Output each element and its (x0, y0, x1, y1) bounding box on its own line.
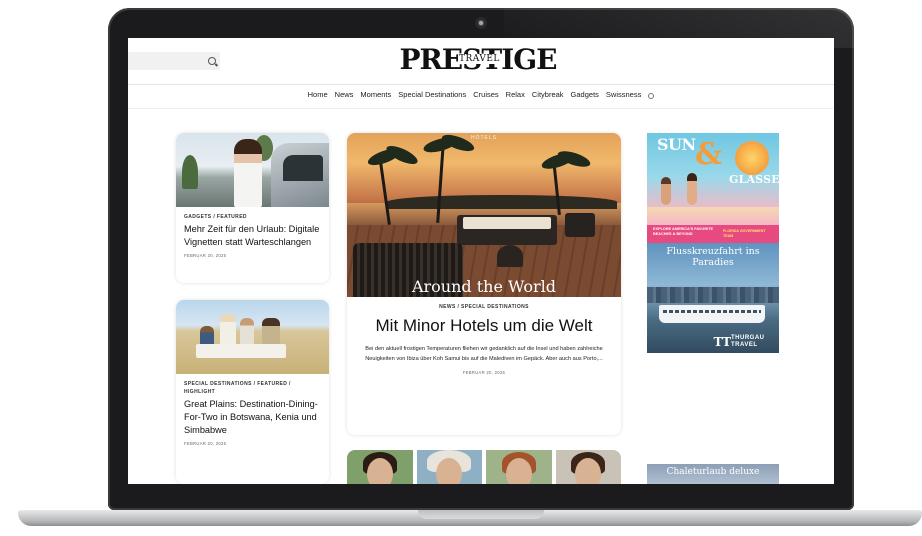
article-title[interactable]: Mehr Zeit für den Urlaub: Digitale Vigne… (184, 223, 321, 249)
browser-screen: PRESTIGE TRAVEL Home News Moments Specia… (128, 38, 834, 484)
sun-shape (735, 141, 769, 175)
image-caption: Around the World (411, 277, 557, 296)
brand-logo-icon: TT (713, 335, 731, 349)
nav-item-relax[interactable]: Relax (506, 90, 525, 104)
search-input[interactable] (128, 52, 220, 70)
nav-item-citybreak[interactable]: Citybreak (532, 90, 564, 104)
featured-article-card[interactable]: HOTELS Around the World NEWS / SPECIAL D… (347, 133, 621, 435)
ad-footer-text: EXPLORE AMERICA'S FAVORITE BEACHES & BEY… (653, 227, 713, 236)
ad-brand: THURGAU TRAVEL (731, 335, 765, 348)
laptop-notch (418, 510, 544, 519)
ship-windows (663, 310, 761, 313)
ad-headline: Chaleturlaub deluxe (666, 467, 760, 477)
article-category[interactable]: SPECIAL DESTINATIONS / FEATURED / HIGHLI… (184, 380, 321, 396)
camera-icon (475, 17, 487, 29)
ad-headline: GLASSES (729, 173, 779, 186)
ad-banner-chalet[interactable]: Chaleturlaub deluxe (647, 464, 779, 484)
thumbnail-image[interactable] (486, 450, 552, 484)
divider (128, 84, 834, 85)
nav-item-swissness[interactable]: Swissness (606, 90, 641, 104)
nav-item-cruises[interactable]: Cruises (473, 90, 498, 104)
thumbnail-image[interactable] (555, 450, 621, 484)
featured-title[interactable]: Mit Minor Hotels um die Welt (361, 315, 607, 337)
face-shape (575, 458, 602, 484)
round-table (497, 245, 523, 267)
thumbnail-strip[interactable] (347, 450, 621, 484)
beach-shape (647, 207, 779, 225)
face-shape (505, 458, 532, 484)
nav-item-news[interactable]: News (335, 90, 354, 104)
article-date: FEBRUAR 20, 2025 (184, 441, 227, 446)
article-date: FEBRUAR 20, 2025 (184, 253, 227, 258)
woman-figure (234, 139, 262, 207)
article-date: FEBRUAR 20, 2025 (462, 370, 506, 375)
site-logo[interactable]: PRESTIGE TRAVEL (398, 42, 558, 78)
article-card[interactable]: SPECIAL DESTINATIONS / FEATURED / HIGHLI… (176, 300, 329, 484)
nav-item-gadgets[interactable]: Gadgets (571, 90, 599, 104)
ad-ampersand: & (695, 137, 723, 172)
nav-item-home[interactable]: Home (308, 90, 328, 104)
sofa-cushions (463, 217, 551, 229)
skyline-shape (647, 287, 779, 303)
ad-banner-sunglasses[interactable]: SUN & GLASSES EXPLORE AMERICA'S FAVORITE… (647, 133, 779, 243)
thumbnail-image[interactable] (416, 450, 482, 484)
article-title[interactable]: Great Plains: Destination-Dining-For-Two… (184, 398, 321, 437)
nav-item-special-destinations[interactable]: Special Destinations (398, 90, 466, 104)
car-window (283, 155, 323, 181)
nav-item-moments[interactable]: Moments (360, 90, 391, 104)
ad-footer-text: FLORIDA GOVERNMENT TEAM (723, 229, 766, 238)
person-figure (661, 177, 671, 205)
ad-headline: Flusskreuzfahrt ins Paradies (666, 246, 760, 268)
article-category[interactable]: NEWS / SPECIAL DESTINATIONS (361, 303, 607, 311)
ad-headline: SUN (657, 135, 696, 154)
thumbnail-image[interactable] (347, 450, 413, 484)
logo-sub: TRAVEL (458, 54, 501, 64)
image-tag: HOTELS (470, 135, 497, 141)
island-shape (387, 195, 617, 209)
dining-table (196, 344, 286, 358)
article-image[interactable] (176, 133, 329, 207)
tree-shape (182, 155, 198, 189)
search-icon[interactable] (208, 57, 216, 65)
featured-image[interactable]: HOTELS Around the World (347, 133, 621, 297)
article-category[interactable]: GADGETS / FEATURED (184, 213, 321, 221)
featured-excerpt: Bei den aktuell frostigen Temperaturen f… (365, 346, 603, 362)
palm-frond (555, 148, 593, 170)
ad-banner-river-cruise[interactable]: Flusskreuzfahrt ins Paradies TT THURGAU … (647, 243, 779, 353)
person-figure (687, 173, 697, 205)
divider (128, 108, 834, 109)
ship-shape (659, 305, 765, 323)
lounge-chair (565, 213, 595, 237)
article-image[interactable] (176, 300, 329, 374)
product-mockup: PRESTIGE TRAVEL Home News Moments Specia… (0, 0, 922, 536)
face-shape (436, 458, 463, 484)
article-card[interactable]: GADGETS / FEATURED Mehr Zeit für den Url… (176, 133, 329, 283)
face-shape (366, 458, 393, 484)
main-nav: Home News Moments Special Destinations C… (128, 90, 834, 104)
nav-search-icon[interactable] (648, 93, 655, 99)
